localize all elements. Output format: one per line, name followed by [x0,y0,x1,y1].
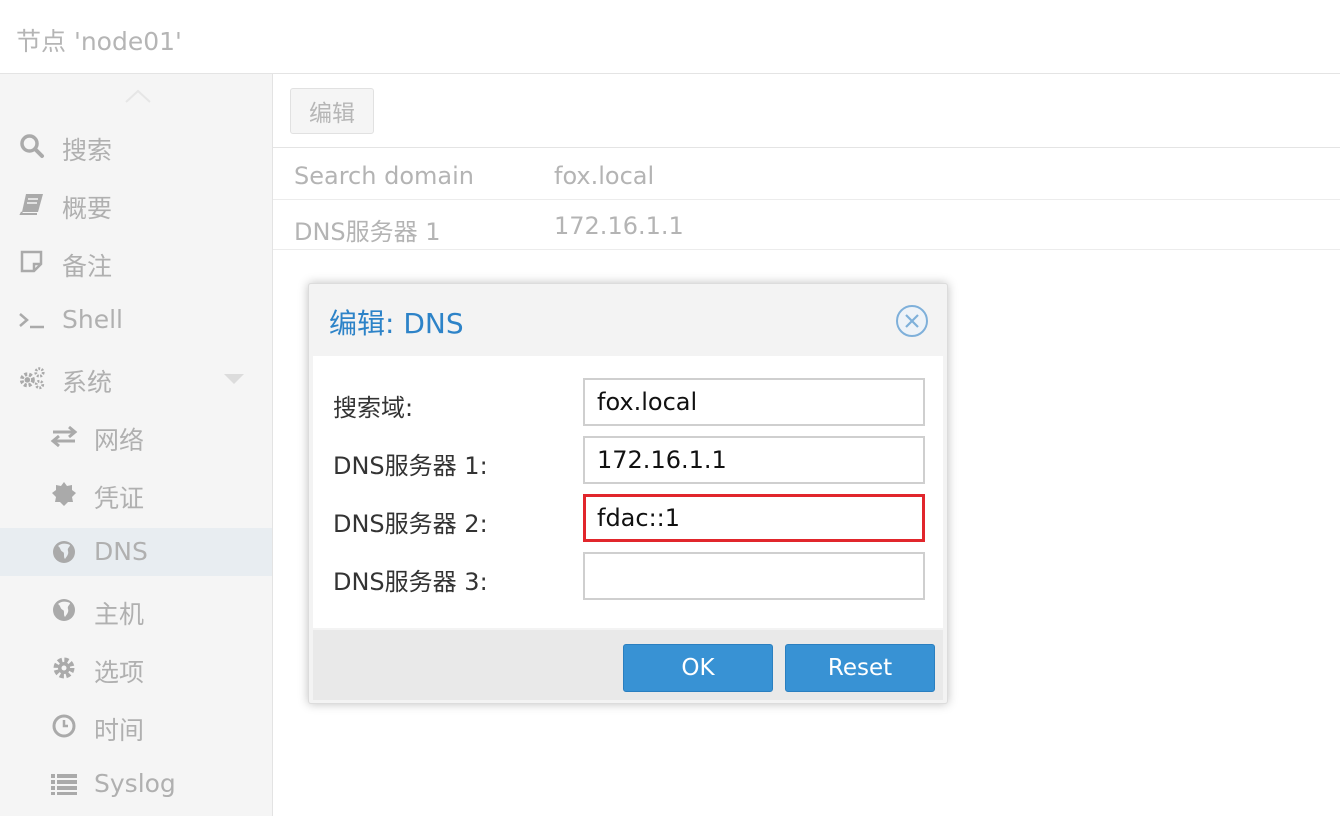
edit-button[interactable]: 编辑 [290,88,374,134]
sidebar-item-system[interactable]: 系统 [0,354,272,402]
dns-server-3-input[interactable] [583,552,925,600]
toolbar: 编辑 [273,74,1340,148]
dns-server-3-label: DNS服务器 3: [333,568,488,596]
dialog-title: 编辑: DNS [329,307,464,340]
search-domain-label: 搜索域: [333,394,414,422]
sidebar-item-label: Syslog [94,769,176,798]
sidebar-item-search[interactable]: 搜索 [0,122,272,170]
terminal-icon [18,308,46,332]
table-row[interactable]: Search domain fox.local [273,150,1340,200]
row-value: 172.16.1.1 [554,212,684,240]
page-header: 节点 'node01' [0,0,1340,74]
edit-dns-dialog: 编辑: DNS 搜索域: DNS服务器 1: DNS服务器 2: DNS服务器 … [308,283,948,704]
sidebar-item-summary[interactable]: 概要 [0,180,272,228]
note-icon [18,250,46,274]
sidebar-item-label: DNS [94,537,148,566]
search-domain-input[interactable] [583,378,925,426]
sidebar-item-hosts[interactable]: 主机 [0,586,272,634]
sidebar-item-shell[interactable]: Shell [0,296,272,344]
sidebar: 搜索 概要 备注 Shell 系统 网络 凭证 DNS 主机 选项 时间 Sys… [0,74,273,816]
globe-icon [50,598,78,622]
book-icon [18,192,46,216]
sidebar-item-label: 主机 [94,600,145,629]
clock-icon [50,714,78,738]
row-value: fox.local [554,162,655,190]
sidebar-item-label: 概要 [62,194,113,223]
gear-icon [50,656,78,680]
sidebar-item-label: 凭证 [94,484,145,513]
dns-server-1-row: DNS服务器 1: [313,436,943,486]
dialog-header: 编辑: DNS [309,284,947,356]
sidebar-item-label: Shell [62,305,123,334]
dns-server-2-input[interactable] [583,494,925,542]
sidebar-item-dns[interactable]: DNS [0,528,272,576]
list-icon [50,772,78,796]
sidebar-item-syslog[interactable]: Syslog [0,760,272,808]
dns-server-1-label: DNS服务器 1: [333,452,488,480]
chevron-down-icon[interactable] [224,374,244,386]
sidebar-item-label: 选项 [94,658,145,687]
search-domain-row: 搜索域: [313,378,943,428]
exchange-icon [50,424,78,448]
sidebar-item-network[interactable]: 网络 [0,412,272,460]
dns-server-2-row: DNS服务器 2: [313,494,943,544]
dialog-body: 搜索域: DNS服务器 1: DNS服务器 2: DNS服务器 3: [313,356,943,628]
sidebar-item-label: 搜索 [62,136,113,165]
sidebar-item-label: 时间 [94,716,145,745]
row-key: DNS服务器 1 [294,218,441,246]
sidebar-item-options[interactable]: 选项 [0,644,272,692]
sidebar-item-label: 系统 [62,368,113,397]
page-title: 节点 'node01' [16,27,182,56]
reset-button[interactable]: Reset [785,644,935,692]
certificate-icon [50,482,78,506]
sidebar-item-notes[interactable]: 备注 [0,238,272,286]
scroll-up-icon[interactable] [124,88,152,104]
sidebar-item-label: 网络 [94,426,145,455]
dns-server-3-row: DNS服务器 3: [313,552,943,602]
row-key: Search domain [294,162,474,190]
sidebar-item-certificates[interactable]: 凭证 [0,470,272,518]
ok-button[interactable]: OK [623,644,773,692]
dns-server-2-label: DNS服务器 2: [333,510,488,538]
dns-server-1-input[interactable] [583,436,925,484]
close-icon[interactable] [895,304,929,338]
gears-icon [18,366,46,390]
dialog-footer: OK Reset [313,630,943,700]
sidebar-item-time[interactable]: 时间 [0,702,272,750]
search-icon [18,134,46,158]
sidebar-item-label: 备注 [62,252,113,281]
table-row[interactable]: DNS服务器 1 172.16.1.1 [273,200,1340,250]
globe-icon [50,540,78,564]
